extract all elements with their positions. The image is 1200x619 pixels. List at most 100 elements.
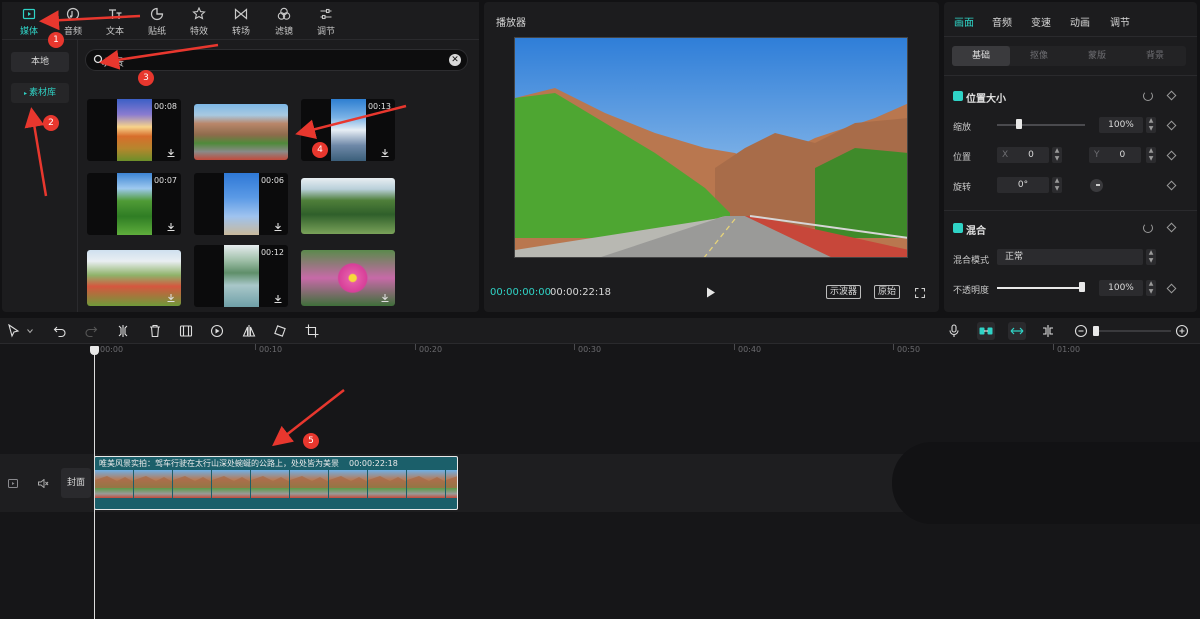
search-bar[interactable]: 风景 ✕ xyxy=(85,49,468,71)
delete-icon[interactable] xyxy=(148,324,162,338)
media-thumbnail-6[interactable] xyxy=(301,178,395,234)
subtab-mask[interactable]: 蒙版 xyxy=(1068,46,1126,66)
divider xyxy=(944,36,1197,37)
microphone-icon[interactable] xyxy=(947,324,961,338)
download-icon[interactable] xyxy=(167,223,175,231)
scale-value-field[interactable]: 100% xyxy=(1099,117,1143,133)
nav-local[interactable]: 本地 xyxy=(11,52,69,72)
link-toggle[interactable] xyxy=(1008,322,1026,340)
original-ratio-button[interactable]: 原始 xyxy=(874,285,901,299)
zoom-out-icon[interactable] xyxy=(1074,324,1088,338)
blend-mode-select[interactable]: 正常 xyxy=(997,249,1143,265)
scope-button[interactable]: 示波器 xyxy=(826,285,862,299)
scale-slider-knob[interactable] xyxy=(1016,119,1022,129)
tab-label: 贴纸 xyxy=(147,27,166,37)
playhead[interactable] xyxy=(90,346,99,619)
inspector-tab-audio[interactable]: 音频 xyxy=(992,14,1012,29)
time-ruler[interactable]: 00:00 00:10 00:20 00:30 00:40 00:50 01:0… xyxy=(0,344,1200,356)
mirror-icon[interactable] xyxy=(242,324,256,338)
zoom-in-icon[interactable] xyxy=(1175,324,1189,338)
scale-stepper[interactable]: ▲ ▼ xyxy=(1146,117,1156,133)
subtab-background[interactable]: 背景 xyxy=(1126,46,1184,66)
reverse-play-icon[interactable] xyxy=(210,324,224,338)
tab-media[interactable]: 媒体 xyxy=(10,5,48,39)
rotate-dial[interactable] xyxy=(1090,179,1103,192)
video-clip[interactable]: 唯美风景实拍：驾车行驶在太行山深处蜿蜒的公路上，处处皆为美景 00:00:22:1… xyxy=(94,456,458,510)
download-icon[interactable] xyxy=(274,223,282,231)
download-icon[interactable] xyxy=(381,149,389,157)
chevron-down-icon[interactable] xyxy=(27,328,33,334)
download-icon[interactable] xyxy=(381,294,389,302)
mountain-road-image xyxy=(194,104,288,160)
select-cursor-icon[interactable] xyxy=(7,324,21,338)
blend-checkbox[interactable] xyxy=(953,223,963,233)
media-thumbnail-9[interactable] xyxy=(301,250,395,306)
opacity-slider-knob[interactable] xyxy=(1079,282,1085,292)
position-size-checkbox[interactable] xyxy=(953,91,963,101)
keyframe-icon[interactable] xyxy=(1166,150,1177,161)
keyframe-icon[interactable] xyxy=(1166,222,1177,233)
tab-text[interactable]: 文本 xyxy=(96,5,134,39)
undo-icon[interactable] xyxy=(53,324,67,338)
download-icon[interactable] xyxy=(274,295,282,303)
scale-slider[interactable] xyxy=(997,124,1085,126)
reset-icon[interactable] xyxy=(1143,223,1153,233)
video-preview[interactable] xyxy=(514,37,908,258)
download-icon[interactable] xyxy=(167,149,175,157)
cover-button[interactable]: 封面 xyxy=(61,468,91,498)
opacity-value-field[interactable]: 100% xyxy=(1099,280,1143,296)
nav-material-library[interactable]: ▸ 素材库 xyxy=(11,83,69,103)
media-thumbnail-5[interactable]: 00:06 xyxy=(194,173,288,235)
fullscreen-icon[interactable] xyxy=(915,288,925,298)
position-x-stepper[interactable]: ▲ ▼ xyxy=(1052,147,1062,163)
position-x-field[interactable]: X0 xyxy=(997,147,1049,163)
rotate-stepper[interactable]: ▲ ▼ xyxy=(1052,177,1062,193)
redo-icon[interactable] xyxy=(84,324,98,338)
play-icon[interactable] xyxy=(706,287,716,298)
subtab-keying[interactable]: 抠像 xyxy=(1010,46,1068,66)
tab-effects[interactable]: 特效 xyxy=(180,5,218,39)
clear-search-icon[interactable]: ✕ xyxy=(449,54,461,66)
media-thumbnail-1[interactable]: 00:08 xyxy=(87,99,181,161)
media-thumbnail-7[interactable] xyxy=(87,250,181,306)
lake-trees-image xyxy=(301,178,395,234)
position-y-field[interactable]: Y0 xyxy=(1089,147,1141,163)
download-icon[interactable] xyxy=(167,294,175,302)
zoom-slider[interactable] xyxy=(1093,330,1171,332)
mountain-road-frame xyxy=(515,38,907,257)
search-input[interactable]: 风景 xyxy=(104,54,124,69)
keyframe-icon[interactable] xyxy=(1166,120,1177,131)
inspector-tab-adjust[interactable]: 调节 xyxy=(1110,14,1130,29)
keyframe-icon[interactable] xyxy=(1166,283,1177,294)
position-label: 位置 xyxy=(953,153,972,163)
inspector-tab-animation[interactable]: 动画 xyxy=(1070,14,1090,29)
track-video-icon[interactable] xyxy=(8,479,18,488)
inspector-tab-speed[interactable]: 变速 xyxy=(1031,14,1051,29)
media-thumbnail-4[interactable]: 00:07 xyxy=(87,173,181,235)
preview-axis-icon[interactable] xyxy=(1041,324,1055,338)
keyframe-icon[interactable] xyxy=(1166,90,1177,101)
subtab-basic[interactable]: 基础 xyxy=(952,46,1010,66)
auto-snap-toggle[interactable] xyxy=(977,322,995,340)
tab-label: 文本 xyxy=(105,27,124,37)
rotate-value-field[interactable]: 0° xyxy=(997,177,1049,193)
media-thumbnail-8[interactable]: 00:12 xyxy=(194,245,288,307)
split-icon[interactable] xyxy=(116,324,130,338)
zoom-slider-knob[interactable] xyxy=(1093,326,1099,336)
freeze-frame-icon[interactable] xyxy=(179,324,193,338)
media-thumbnail-2[interactable] xyxy=(194,104,288,160)
tab-sticker[interactable]: 贴纸 xyxy=(138,5,176,39)
tab-adjust[interactable]: 调节 xyxy=(307,5,345,39)
reset-icon[interactable] xyxy=(1143,91,1153,101)
inspector-tab-picture[interactable]: 画面 xyxy=(954,14,974,29)
position-y-stepper[interactable]: ▲ ▼ xyxy=(1146,147,1156,163)
rotate-icon[interactable] xyxy=(273,324,287,338)
crop-icon[interactable] xyxy=(305,324,319,338)
playhead-handle[interactable] xyxy=(90,346,99,355)
track-mute-icon[interactable] xyxy=(38,479,49,488)
keyframe-icon[interactable] xyxy=(1166,180,1177,191)
opacity-stepper[interactable]: ▲ ▼ xyxy=(1146,280,1156,296)
blend-mode-stepper[interactable]: ▲ ▼ xyxy=(1146,249,1156,265)
tab-filter[interactable]: 滤镜 xyxy=(265,5,303,39)
tab-transition[interactable]: 转场 xyxy=(222,5,260,39)
